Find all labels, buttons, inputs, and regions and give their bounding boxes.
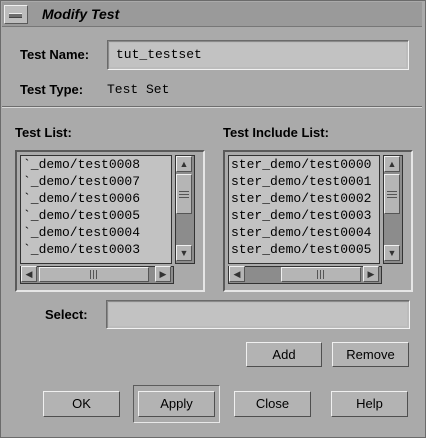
test-list-label: Test List: — [15, 125, 72, 140]
test-list[interactable]: `_demo/test0008 `_demo/test0007 `_demo/t… — [20, 155, 172, 264]
include-list-vscroll[interactable]: ▲ ▼ — [383, 155, 403, 264]
test-type-value: Test Set — [107, 82, 170, 97]
scroll-right-icon[interactable]: ▶ — [155, 266, 171, 282]
list-item[interactable]: `_demo/test0008 — [21, 156, 171, 173]
window-menu-icon — [9, 13, 22, 18]
include-list-frame: ster_demo/test0000 ster_demo/test0001 st… — [223, 150, 413, 292]
scroll-up-icon[interactable]: ▲ — [176, 156, 192, 172]
include-list[interactable]: ster_demo/test0000 ster_demo/test0001 st… — [228, 155, 380, 264]
test-list-hscroll[interactable]: ◀ ▶ — [20, 266, 174, 284]
list-item[interactable]: `_demo/test0003 — [21, 241, 171, 258]
test-list-vscroll-thumb[interactable] — [176, 174, 192, 214]
separator — [2, 106, 422, 108]
list-item[interactable]: ster_demo/test0001 — [229, 173, 379, 190]
include-list-hscroll-thumb[interactable] — [281, 267, 361, 282]
list-item[interactable]: ster_demo/test0000 — [229, 156, 379, 173]
ok-button[interactable]: OK — [43, 391, 120, 417]
add-button[interactable]: Add — [246, 342, 322, 367]
remove-button[interactable]: Remove — [332, 342, 409, 367]
scroll-up-icon[interactable]: ▲ — [384, 156, 400, 172]
test-name-value: tut_testset — [116, 47, 202, 62]
include-list-label: Test Include List: — [223, 125, 329, 140]
include-list-vscroll-thumb[interactable] — [384, 174, 400, 214]
scroll-left-icon[interactable]: ◀ — [21, 266, 37, 282]
list-item[interactable]: `_demo/test0007 — [21, 173, 171, 190]
test-name-label: Test Name: — [20, 47, 90, 62]
select-label: Select: — [45, 307, 88, 322]
list-item[interactable]: ster_demo/test0003 — [229, 207, 379, 224]
list-item[interactable]: ster_demo/test0002 — [229, 190, 379, 207]
list-item[interactable]: `_demo/test0004 — [21, 224, 171, 241]
window-menu-button[interactable] — [4, 5, 28, 24]
scroll-down-icon[interactable]: ▼ — [176, 245, 192, 261]
window-title: Modify Test — [42, 6, 120, 22]
test-type-label: Test Type: — [20, 82, 84, 97]
title-bar[interactable]: Modify Test — [2, 2, 422, 27]
scroll-left-icon[interactable]: ◀ — [229, 266, 245, 282]
list-item[interactable]: `_demo/test0005 — [21, 207, 171, 224]
include-list-hscroll[interactable]: ◀ ▶ — [228, 266, 382, 284]
scroll-right-icon[interactable]: ▶ — [363, 266, 379, 282]
apply-button[interactable]: Apply — [138, 391, 215, 417]
list-item[interactable]: ster_demo/test0004 — [229, 224, 379, 241]
test-name-field[interactable]: tut_testset — [107, 40, 409, 70]
scroll-down-icon[interactable]: ▼ — [384, 245, 400, 261]
close-button[interactable]: Close — [234, 391, 311, 417]
test-list-hscroll-thumb[interactable] — [39, 267, 149, 282]
list-item[interactable]: ster_demo/test0005 — [229, 241, 379, 258]
select-field[interactable] — [106, 300, 410, 329]
list-item[interactable]: `_demo/test0006 — [21, 190, 171, 207]
test-list-frame: `_demo/test0008 `_demo/test0007 `_demo/t… — [15, 150, 205, 292]
test-list-vscroll[interactable]: ▲ ▼ — [175, 155, 195, 264]
help-button[interactable]: Help — [331, 391, 408, 417]
